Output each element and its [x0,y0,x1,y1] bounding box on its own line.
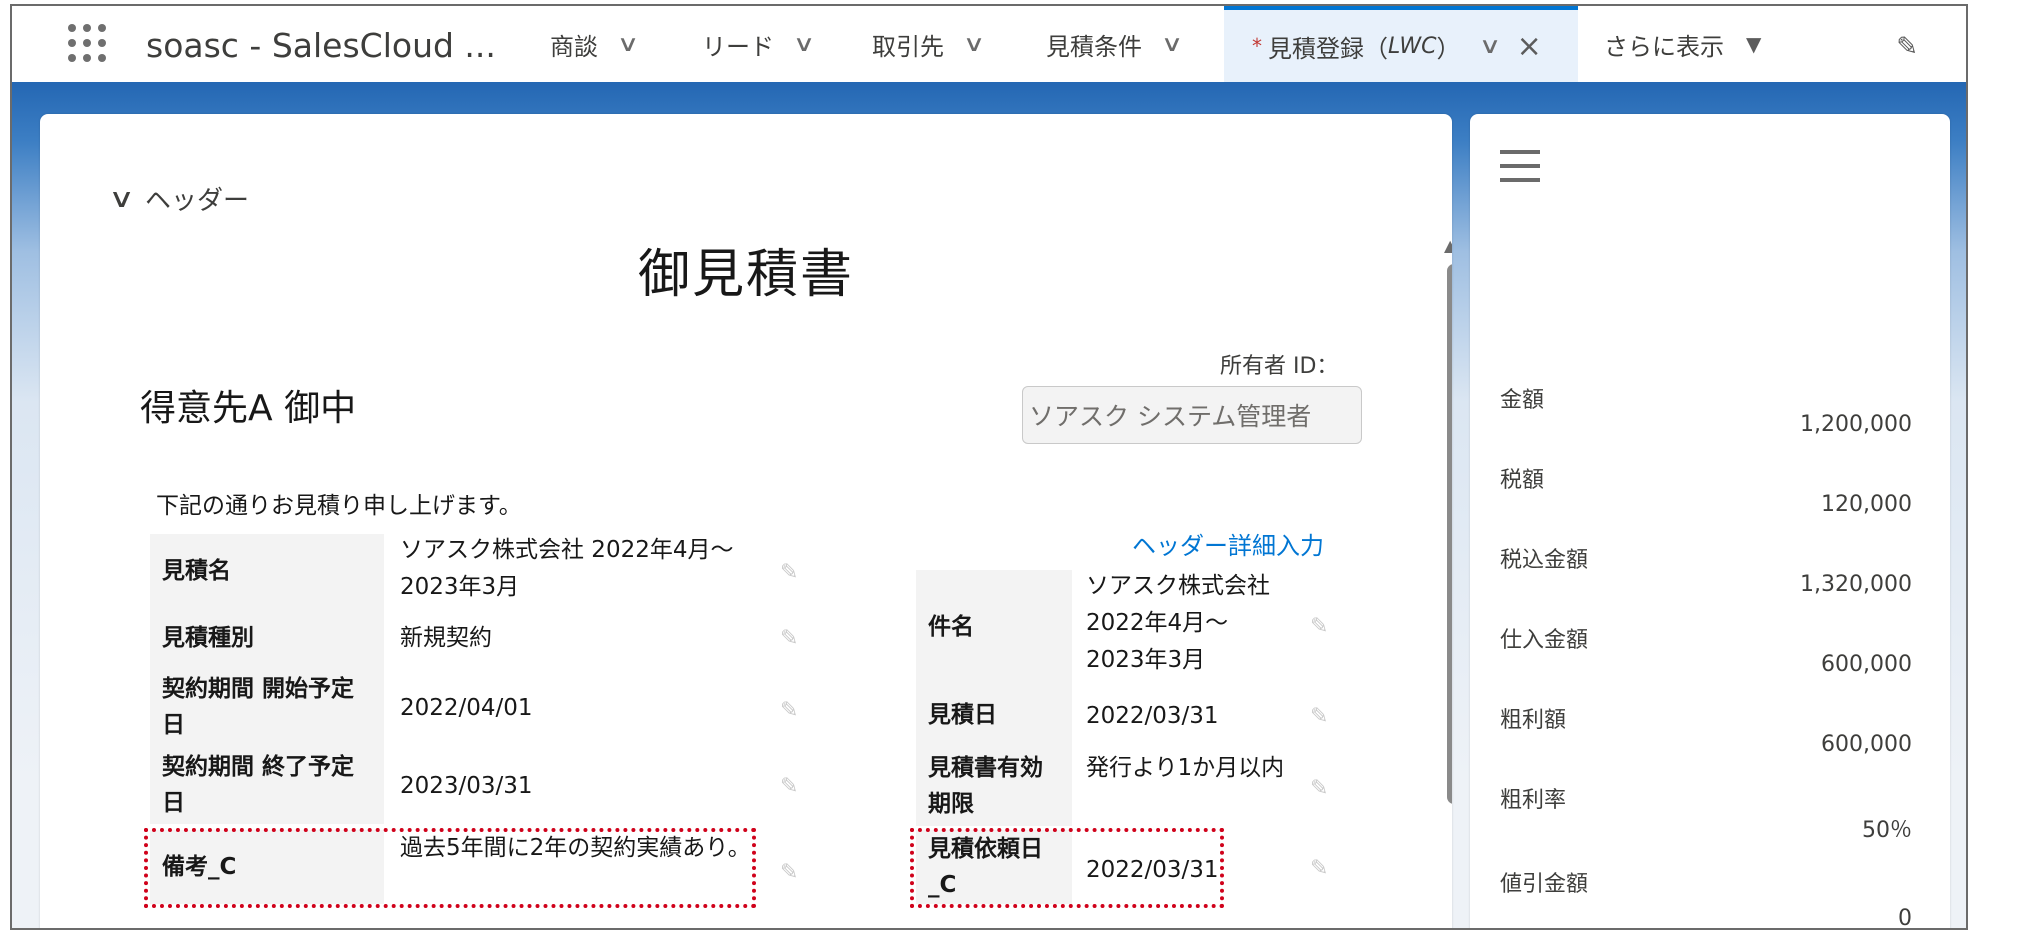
summary-label-total-with-tax: 税込金額 [1500,548,1589,573]
edit-pencil-icon[interactable]: ✎ [780,774,798,799]
summary-label-purchase-amount: 仕入金額 [1500,628,1589,653]
edit-pencil-icon[interactable]: ✎ [780,626,798,651]
section-label: ヘッダー [145,186,250,216]
summary-card: 金額 1,200,000 税額 120,000 税込金額 1,320,000 仕… [1470,114,1950,930]
field-value-quote-validity: 発行より1か月以内 [1086,755,1285,781]
edit-pencil-icon[interactable]: ✎ [780,860,798,885]
edit-nav-pencil-icon[interactable]: ✎ [1896,32,1918,62]
chevron-down-icon[interactable]: ∨ [1161,32,1184,57]
summary-value-purchase-amount: 600,000 [1821,652,1912,677]
tab-accounts[interactable]: 取引先 ∨ [872,6,985,82]
caret-down-icon[interactable]: ▼ [1746,32,1761,56]
summary-value-total-with-tax: 1,320,000 [1800,572,1912,597]
summary-label-gross-profit: 粗利額 [1500,708,1567,733]
unsaved-marker: * [1252,34,1262,58]
scrollbar-thumb[interactable] [1447,264,1452,804]
close-icon[interactable]: × [1517,29,1542,64]
summary-label-amount: 金額 [1500,388,1545,413]
summary-label-tax: 税額 [1500,468,1545,493]
chevron-down-icon[interactable]: ∨ [963,32,986,57]
app-launcher-icon[interactable] [68,24,108,64]
field-value-quote-name: ソアスク株式会社 2022年4月～ 2023年3月 [400,537,734,600]
tab-opportunities[interactable]: 商談 ∨ [550,6,639,82]
summary-label-gross-margin: 粗利率 [1500,788,1567,813]
app-name: soasc - SalesCloud ... [146,26,496,65]
tab-label: 見積条件 [1046,32,1142,61]
edit-pencil-icon[interactable]: ✎ [1310,776,1328,801]
summary-label-discount: 値引金額 [1500,872,1589,897]
highlight-box-request-date [910,828,1224,908]
field-label-contract-start: 契約期間 開始予定日 [150,668,384,746]
tab-label: 見積登録（ [1268,34,1388,63]
customer-name: 得意先A 御中 [140,388,357,429]
field-value-contract-end: 2023/03/31 [400,773,533,799]
tab-label: リード [702,32,774,61]
summary-value-gross-profit: 600,000 [1821,732,1912,757]
document-title: 御見積書 [637,245,854,305]
edit-pencil-icon[interactable]: ✎ [1310,614,1328,639]
edit-pencil-icon[interactable]: ✎ [1310,856,1328,881]
app-window: soasc - SalesCloud ... 商談 ∨ リード ∨ 取引先 ∨ … [10,4,1968,930]
section-toggle-header[interactable]: ∨ ヘッダー [108,180,250,217]
owner-field[interactable]: ソアスク システム管理者 [1022,386,1362,444]
field-label-quote-type: 見積種別 [150,608,384,668]
tab-quote-registration[interactable]: * 見積登録（ LWC ） ∨ × [1224,6,1578,82]
tab-quote-conditions[interactable]: 見積条件 ∨ [1046,6,1183,82]
summary-value-discount: 0 [1898,906,1912,930]
edit-pencil-icon[interactable]: ✎ [1310,704,1328,729]
intro-text: 下記の通りお見積り申し上げます。 [156,493,522,519]
scroll-up-arrow-icon[interactable]: ▲ [1444,236,1452,255]
summary-value-gross-margin: 50％ [1862,818,1912,843]
field-value-quote-type: 新規契約 [400,625,492,651]
field-label-subject: 件名 [916,570,1072,684]
field-value-subject: ソアスク株式会社 2022年4月～2023年3月 [1086,573,1270,673]
field-label-quote-date: 見積日 [916,684,1072,746]
owner-label: 所有者 ID： [1220,354,1339,379]
highlight-box-remarks [144,828,756,908]
tab-label: 商談 [550,32,598,61]
tab-more[interactable]: さらに表示 ▼ [1604,6,1761,82]
edit-pencil-icon[interactable]: ✎ [780,560,798,585]
chevron-down-icon[interactable]: ∨ [617,32,640,57]
global-nav: soasc - SalesCloud ... 商談 ∨ リード ∨ 取引先 ∨ … [12,6,1966,83]
chevron-down-icon: ∨ [108,183,135,214]
field-value-contract-start: 2022/04/01 [400,695,533,721]
tab-label-suffix: ） [1436,34,1461,63]
header-detail-link[interactable]: ヘッダー詳細入力 [1132,526,1324,561]
tab-label: 取引先 [872,32,944,61]
edit-pencil-icon[interactable]: ✎ [780,698,798,723]
chevron-down-icon[interactable]: ∨ [793,32,816,57]
tab-leads[interactable]: リード ∨ [702,6,815,82]
summary-value-tax: 120,000 [1821,492,1912,517]
chevron-down-icon[interactable]: ∨ [1479,34,1502,59]
field-label-quote-validity: 見積書有効期限 [916,746,1072,826]
field-label-contract-end: 契約期間 終了予定日 [150,746,384,824]
more-label: さらに表示 [1604,32,1724,61]
hamburger-menu-icon[interactable] [1500,150,1540,184]
field-value-quote-date: 2022/03/31 [1086,703,1219,729]
summary-value-amount: 1,200,000 [1800,412,1912,437]
field-label-quote-name: 見積名 [150,534,384,608]
tab-label-italic: LWC [1388,33,1437,59]
quote-header-card: ∨ ヘッダー 御見積書 得意先A 御中 所有者 ID： ソアスク システム管理者… [40,114,1452,928]
